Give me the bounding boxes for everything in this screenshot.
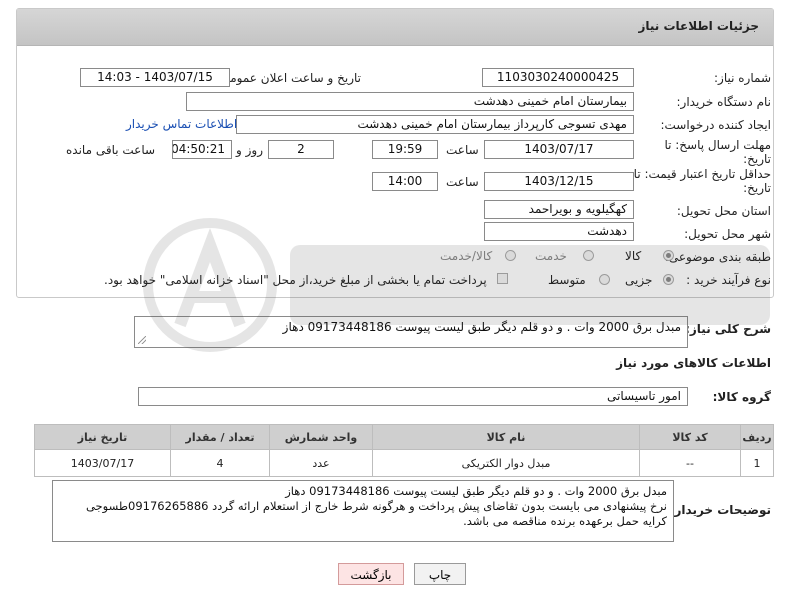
price-validity-label: حداقل تاریخ اعتبار قیمت: تا	[633, 167, 771, 181]
buyer-org-label: نام دستگاه خریدار:	[676, 95, 772, 109]
requester-field: مهدی تسوجی کارپرداز بیمارستان امام خمینی…	[236, 115, 634, 134]
announce-datetime-label: تاریخ و ساعت اعلان عمومی:	[216, 71, 361, 85]
back-button[interactable]: بازگشت	[338, 563, 404, 585]
panel-header: جزئیات اطلاعات نیاز	[17, 9, 773, 46]
price-validity-time-field: 14:00	[372, 172, 438, 191]
goods-info-title: اطلاعات کالاهای مورد نیاز	[616, 356, 771, 370]
price-validity-label-date: تاریخ:	[743, 181, 771, 195]
col-unit: واحد شمارش	[269, 424, 373, 450]
buyer-notes-textarea[interactable]: مبدل برق 2000 وات . و دو قلم دیگر طبق لی…	[52, 480, 674, 542]
announce-datetime-field: 1403/07/15 - 14:03	[80, 68, 230, 87]
delivery-city-field: دهدشت	[484, 222, 634, 241]
col-item-code: کد کالا	[639, 424, 741, 450]
purchase-option-minor: جزیی	[625, 273, 653, 287]
price-validity-time-label: ساعت	[446, 175, 479, 189]
purchase-radio-minor[interactable]	[663, 274, 674, 285]
col-row-no: ردیف	[740, 424, 774, 450]
category-label: طبقه بندی موضوعی:	[664, 250, 771, 264]
col-need-date: تاریخ نیاز	[34, 424, 171, 450]
reply-deadline-label: مهلت ارسال پاسخ: تا	[664, 138, 771, 152]
goods-group-label: گروه کالا:	[712, 390, 771, 404]
buyer-notes-label: توضیحات خریدار:	[669, 503, 771, 517]
col-item-name: نام کالا	[372, 424, 640, 450]
remaining-time-field: 04:50:21	[172, 140, 232, 159]
need-number-label: شماره نیاز:	[714, 71, 771, 85]
remaining-label: ساعت باقی مانده	[66, 143, 156, 157]
buyer-notes-line-1: مبدل برق 2000 وات . و دو قلم دیگر طبق لی…	[285, 484, 667, 498]
buyer-org-field: بیمارستان امام خمینی دهدشت	[186, 92, 634, 111]
table-row[interactable]: 1 -- مبدل دوار الکتریکی عدد 4 1403/07/17	[34, 449, 774, 477]
reply-deadline-time-field: 19:59	[372, 140, 438, 159]
purchase-option-medium: متوسط	[548, 273, 586, 287]
delivery-city-label: شهر محل تحویل:	[684, 227, 771, 241]
category-option-goods: کالا	[625, 249, 642, 263]
treasury-payment-note: پرداخت تمام یا بخشی از مبلغ خرید،از محل …	[104, 273, 487, 287]
category-radio-service[interactable]	[583, 250, 594, 261]
buyer-notes-line-2: نرخ پیشنهادی می بایست بدون تقاضای پیش پر…	[85, 499, 667, 513]
remaining-days-field: 2	[268, 140, 334, 159]
category-option-goods-service: کالا/خدمت	[440, 249, 493, 263]
cell-item-name: مبدل دوار الکتریکی	[372, 449, 640, 477]
requester-label: ایجاد کننده درخواست:	[660, 118, 771, 132]
goods-table: ردیف کد کالا نام کالا واحد شمارش تعداد /…	[34, 424, 774, 477]
col-quantity: تعداد / مقدار	[170, 424, 270, 450]
table-header-row: ردیف کد کالا نام کالا واحد شمارش تعداد /…	[34, 424, 774, 450]
delivery-province-field: کهگیلویه و بویراحمد	[484, 200, 634, 219]
category-radio-goods[interactable]	[663, 250, 674, 261]
cell-quantity: 4	[170, 449, 270, 477]
cell-unit: عدد	[269, 449, 373, 477]
cell-row-no: 1	[740, 449, 774, 477]
category-option-service: خدمت	[535, 249, 567, 263]
panel-title: جزئیات اطلاعات نیاز	[638, 19, 759, 33]
buyer-notes-line-3: کرایه حمل برعهده برنده مناقصه می باشد.	[463, 514, 667, 528]
reply-deadline-date-field: 1403/07/17	[484, 140, 634, 159]
description-label: شرح کلی نیاز:	[685, 322, 771, 336]
description-textarea[interactable]: مبدل برق 2000 وات . و دو قلم دیگر طبق لی…	[134, 316, 688, 348]
category-radio-goods-service[interactable]	[505, 250, 516, 261]
cell-need-date: 1403/07/17	[34, 449, 171, 477]
reply-deadline-time-label: ساعت	[446, 143, 479, 157]
cell-item-code: --	[639, 449, 741, 477]
need-number-field: 1103030240000425	[482, 68, 634, 87]
price-validity-date-field: 1403/12/15	[484, 172, 634, 191]
buyer-contact-link[interactable]: اطلاعات تماس خریدار	[126, 117, 237, 131]
resize-handle-icon[interactable]	[138, 336, 146, 344]
description-text: مبدل برق 2000 وات . و دو قلم دیگر طبق لی…	[282, 320, 681, 334]
print-button[interactable]: چاپ	[414, 563, 466, 585]
purchase-radio-medium[interactable]	[599, 274, 610, 285]
delivery-province-label: استان محل تحویل:	[676, 204, 771, 218]
days-label: روز و	[236, 143, 263, 157]
treasury-payment-checkbox[interactable]	[497, 273, 508, 284]
goods-group-field: امور تاسیساتی	[138, 387, 688, 406]
purchase-type-label: نوع فرآیند خرید :	[686, 273, 771, 287]
reply-deadline-label-date: تاریخ:	[743, 152, 771, 166]
